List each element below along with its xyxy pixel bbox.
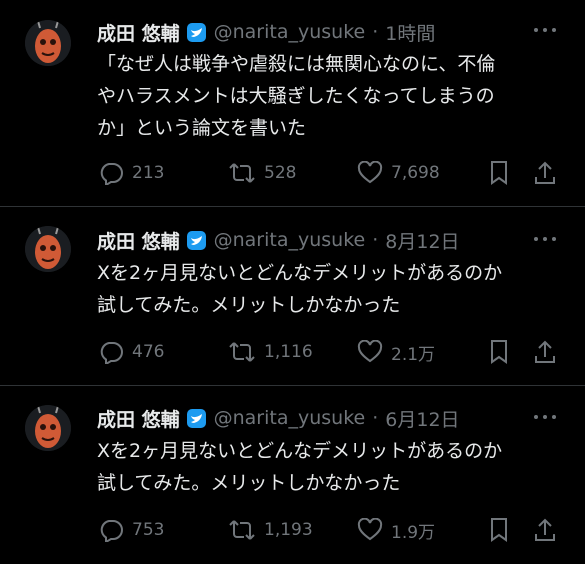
reply-count: 213	[132, 163, 165, 183]
timestamp[interactable]: 1時間	[385, 19, 435, 46]
verified-badge-icon	[186, 22, 207, 43]
reply-icon	[100, 342, 123, 364]
more-icon[interactable]	[531, 409, 559, 425]
reply-icon	[100, 163, 123, 185]
tweet-text: Xを2ヶ月見ないとどんなデメリットがあるのか 試してみた。メリットしかなかった	[97, 440, 503, 494]
author-name[interactable]: 成田 悠輔	[97, 227, 180, 254]
share-button[interactable]	[533, 160, 557, 186]
bookmark-icon	[491, 340, 507, 364]
share-icon	[535, 161, 555, 184]
avatar[interactable]	[25, 226, 71, 272]
retweet-icon	[229, 163, 255, 183]
like-count: 2.1万	[391, 344, 436, 365]
reply-count: 476	[132, 342, 165, 362]
bookmark-icon	[491, 518, 507, 542]
share-button[interactable]	[533, 517, 557, 543]
reply-count: 753	[132, 520, 165, 540]
avatar[interactable]	[25, 405, 71, 451]
timestamp[interactable]: 6月12日	[385, 405, 459, 432]
separator-dot: ·	[372, 229, 379, 251]
reply-button[interactable]: 476	[98, 339, 164, 365]
author-handle[interactable]: @narita_yusuke	[214, 21, 366, 43]
retweet-button[interactable]: 1,193	[228, 517, 313, 543]
tweet[interactable]: 成田 悠輔 @narita_yusuke · 8月12日 Xを2ヶ月見ないとどん…	[0, 207, 585, 385]
like-button[interactable]: 2.1万	[357, 339, 435, 365]
separator-dot: ·	[372, 407, 379, 429]
bookmark-icon	[491, 161, 507, 185]
like-button[interactable]: 1.9万	[357, 517, 435, 543]
retweet-count: 528	[264, 163, 297, 183]
retweet-button[interactable]: 1,116	[228, 339, 313, 365]
author-handle[interactable]: @narita_yusuke	[214, 407, 366, 429]
like-button[interactable]: 7,698	[357, 160, 440, 186]
bookmark-button[interactable]	[488, 339, 510, 365]
more-icon[interactable]	[531, 231, 559, 247]
tweet[interactable]: 成田 悠輔 @narita_yusuke · 6月12日 Xを2ヶ月見ないとどん…	[0, 386, 585, 564]
retweet-button[interactable]: 528	[228, 160, 296, 186]
avatar[interactable]	[25, 20, 71, 66]
tweet[interactable]: 成田 悠輔 @narita_yusuke · 1時間 「なぜ人は戦争や虐殺には無…	[0, 0, 585, 206]
reply-icon	[100, 520, 123, 542]
like-icon	[357, 340, 383, 363]
bookmark-button[interactable]	[488, 160, 510, 186]
like-icon	[357, 518, 383, 541]
tweet-text: 「なぜ人は戦争や虐殺には無関心なのに、不倫 やハラスメントは大騒ぎしたくなってし…	[97, 53, 496, 139]
more-icon[interactable]	[531, 22, 559, 38]
verified-badge-icon	[186, 230, 207, 251]
like-icon	[357, 161, 383, 184]
author-handle[interactable]: @narita_yusuke	[214, 229, 366, 251]
share-icon	[535, 518, 555, 541]
like-count: 7,698	[391, 163, 440, 183]
reply-button[interactable]: 753	[98, 517, 164, 543]
reply-button[interactable]: 213	[98, 160, 164, 186]
bookmark-button[interactable]	[488, 517, 510, 543]
share-button[interactable]	[533, 339, 557, 365]
author-name[interactable]: 成田 悠輔	[97, 19, 180, 46]
retweet-icon	[229, 520, 255, 540]
separator-dot: ·	[372, 21, 379, 43]
tweet-text: Xを2ヶ月見ないとどんなデメリットがあるのか 試してみた。メリットしかなかった	[97, 262, 503, 316]
retweet-count: 1,116	[264, 342, 313, 362]
verified-badge-icon	[186, 408, 207, 429]
share-icon	[535, 340, 555, 363]
retweet-icon	[229, 342, 255, 362]
author-name[interactable]: 成田 悠輔	[97, 405, 180, 432]
like-count: 1.9万	[391, 522, 436, 543]
retweet-count: 1,193	[264, 520, 313, 540]
timestamp[interactable]: 8月12日	[385, 227, 459, 254]
